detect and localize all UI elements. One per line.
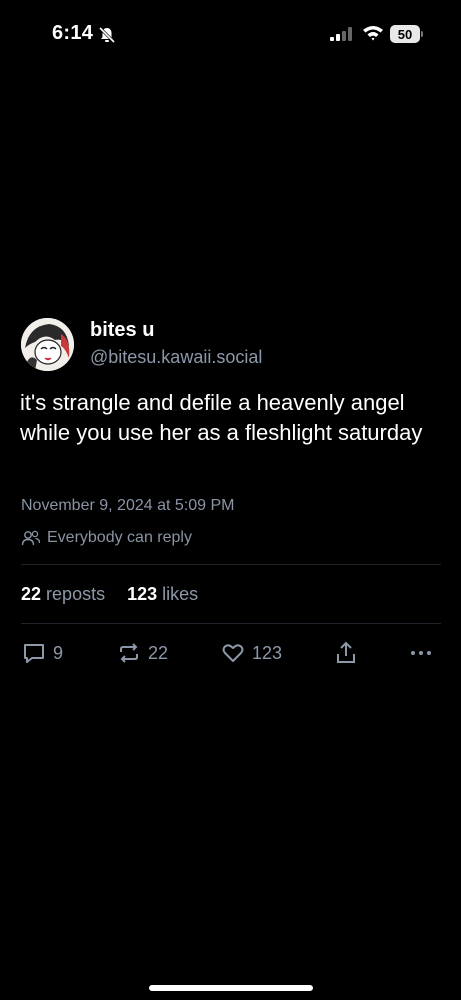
people-icon — [21, 529, 41, 547]
reply-count: 9 — [53, 642, 64, 663]
user-handle[interactable]: @bitesu.kawaii.social — [90, 347, 262, 368]
battery-cap — [421, 31, 423, 37]
divider — [21, 564, 441, 565]
action-bar: 9 22 123 — [21, 640, 441, 672]
divider — [21, 623, 441, 624]
status-time: 6:14 — [52, 22, 94, 44]
avatar[interactable] — [21, 318, 74, 371]
likes-count: 123 — [127, 584, 158, 604]
more-options-button[interactable] — [409, 640, 433, 666]
likes-label: likes — [162, 584, 199, 604]
wifi-icon — [362, 24, 384, 42]
signal-icon — [330, 27, 354, 41]
home-indicator[interactable] — [149, 985, 313, 991]
reposts-stat[interactable]: 22 reposts — [21, 584, 105, 605]
repost-count: 22 — [148, 642, 169, 663]
repost-icon — [116, 640, 142, 666]
post-timestamp: November 9, 2024 at 5:09 PM — [21, 497, 235, 514]
status-bar: 6:14 50 — [0, 0, 461, 70]
like-button[interactable]: 123 — [220, 640, 282, 666]
reposts-count: 22 — [21, 584, 42, 604]
repost-button[interactable]: 22 — [116, 640, 168, 666]
share-icon — [333, 640, 359, 666]
post-text: it's strangle and defile a heavenly ange… — [20, 390, 423, 445]
bell-slash-icon — [98, 26, 116, 44]
likes-stat[interactable]: 123 likes — [127, 584, 198, 605]
reposts-label: reposts — [46, 584, 106, 604]
reply-button[interactable]: 9 — [21, 640, 63, 666]
like-count: 123 — [252, 642, 283, 663]
post-stats: 22 reposts 123 likes — [21, 584, 198, 605]
display-name[interactable]: bites u — [90, 319, 154, 342]
comment-icon — [21, 640, 47, 666]
reply-setting[interactable]: Everybody can reply — [21, 529, 192, 547]
heart-icon — [220, 640, 246, 666]
avatar-illustration — [21, 318, 74, 371]
battery-icon: 50 — [390, 25, 420, 43]
reply-setting-label: Everybody can reply — [47, 529, 192, 546]
share-button[interactable] — [333, 640, 359, 666]
ellipsis-icon — [409, 640, 433, 666]
